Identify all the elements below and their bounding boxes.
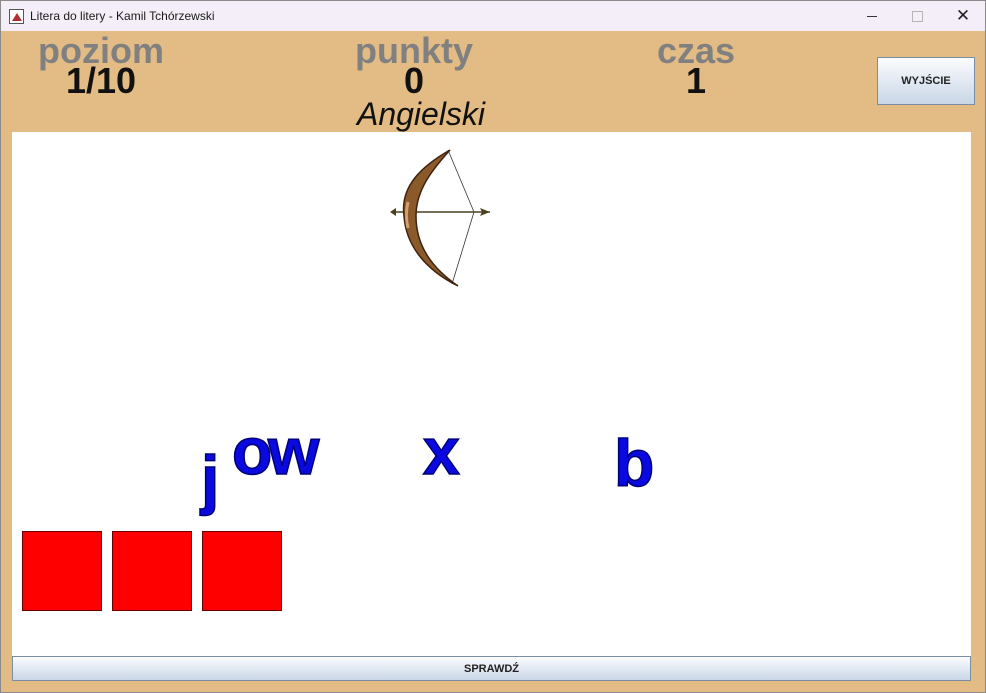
minimize-button[interactable] [849,1,895,31]
window-title: Litera do litery - Kamil Tchórzewski [30,9,215,23]
close-button[interactable]: ✕ [940,1,985,31]
language-label: Angielski [356,96,486,132]
letter-tile[interactable]: x [422,417,460,485]
minimize-icon [867,15,877,17]
close-icon: ✕ [955,6,971,25]
answer-slot[interactable] [202,531,282,611]
exit-button[interactable]: WYJŚCIE [877,57,975,105]
answer-slot[interactable] [22,531,102,611]
letter-tile[interactable]: b [613,429,655,497]
check-button[interactable]: SPRAWDŹ [12,656,971,681]
letter-tile[interactable]: o [231,417,273,485]
bow-and-arrow-picture [390,149,490,287]
points-value: 0 [403,60,425,101]
letter-tile[interactable]: j [200,445,220,513]
level-value: 1/10 [65,60,137,101]
maximize-icon [911,10,923,22]
title-bar: Litera do litery - Kamil Tchórzewski ✕ [1,1,985,31]
time-value: 1 [685,60,707,101]
answer-slot[interactable] [112,531,192,611]
letter-tile[interactable]: w [267,417,320,485]
java-app-icon [9,8,24,24]
maximize-button[interactable] [894,1,940,31]
game-board: j o w x b [12,132,971,656]
app-window: Litera do litery - Kamil Tchórzewski ✕ p… [0,0,986,693]
